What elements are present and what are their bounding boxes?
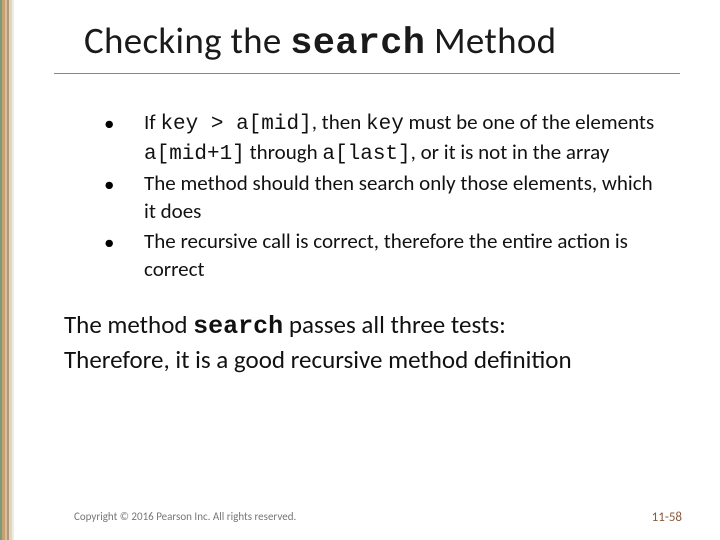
bullet-text: If key > a[mid], then key must be one of… — [144, 109, 660, 168]
bullet-marker: • — [104, 228, 144, 256]
bullet-marker: • — [104, 170, 144, 198]
page-number: 11-58 — [652, 510, 682, 525]
conclusion-line-1: The method search passes all three tests… — [64, 309, 670, 344]
left-accent-stripes — [0, 0, 14, 540]
bullet-item: •If key > a[mid], then key must be one o… — [104, 109, 660, 168]
footer: Copyright © 2016 Pearson Inc. All rights… — [14, 510, 720, 525]
bullet-list: •If key > a[mid], then key must be one o… — [54, 109, 680, 283]
title-prefix: Checking the — [84, 18, 290, 63]
slide-title: Checking the search Method — [54, 18, 680, 74]
conclusion-line-2: Therefore, it is a good recursive method… — [64, 344, 670, 377]
bullet-text: The recursive call is correct, therefore… — [144, 228, 660, 283]
bullet-item: •The recursive call is correct, therefor… — [104, 228, 660, 283]
bullet-marker: • — [104, 109, 144, 137]
bullet-text: The method should then search only those… — [144, 170, 660, 225]
bullet-item: •The method should then search only thos… — [104, 170, 660, 225]
conclusion: The method search passes all three tests… — [54, 309, 680, 376]
title-suffix: Method — [425, 18, 556, 63]
slide-content: Checking the search Method •If key > a[m… — [14, 0, 720, 540]
copyright-text: Copyright © 2016 Pearson Inc. All rights… — [74, 510, 296, 525]
title-code: search — [290, 23, 425, 65]
